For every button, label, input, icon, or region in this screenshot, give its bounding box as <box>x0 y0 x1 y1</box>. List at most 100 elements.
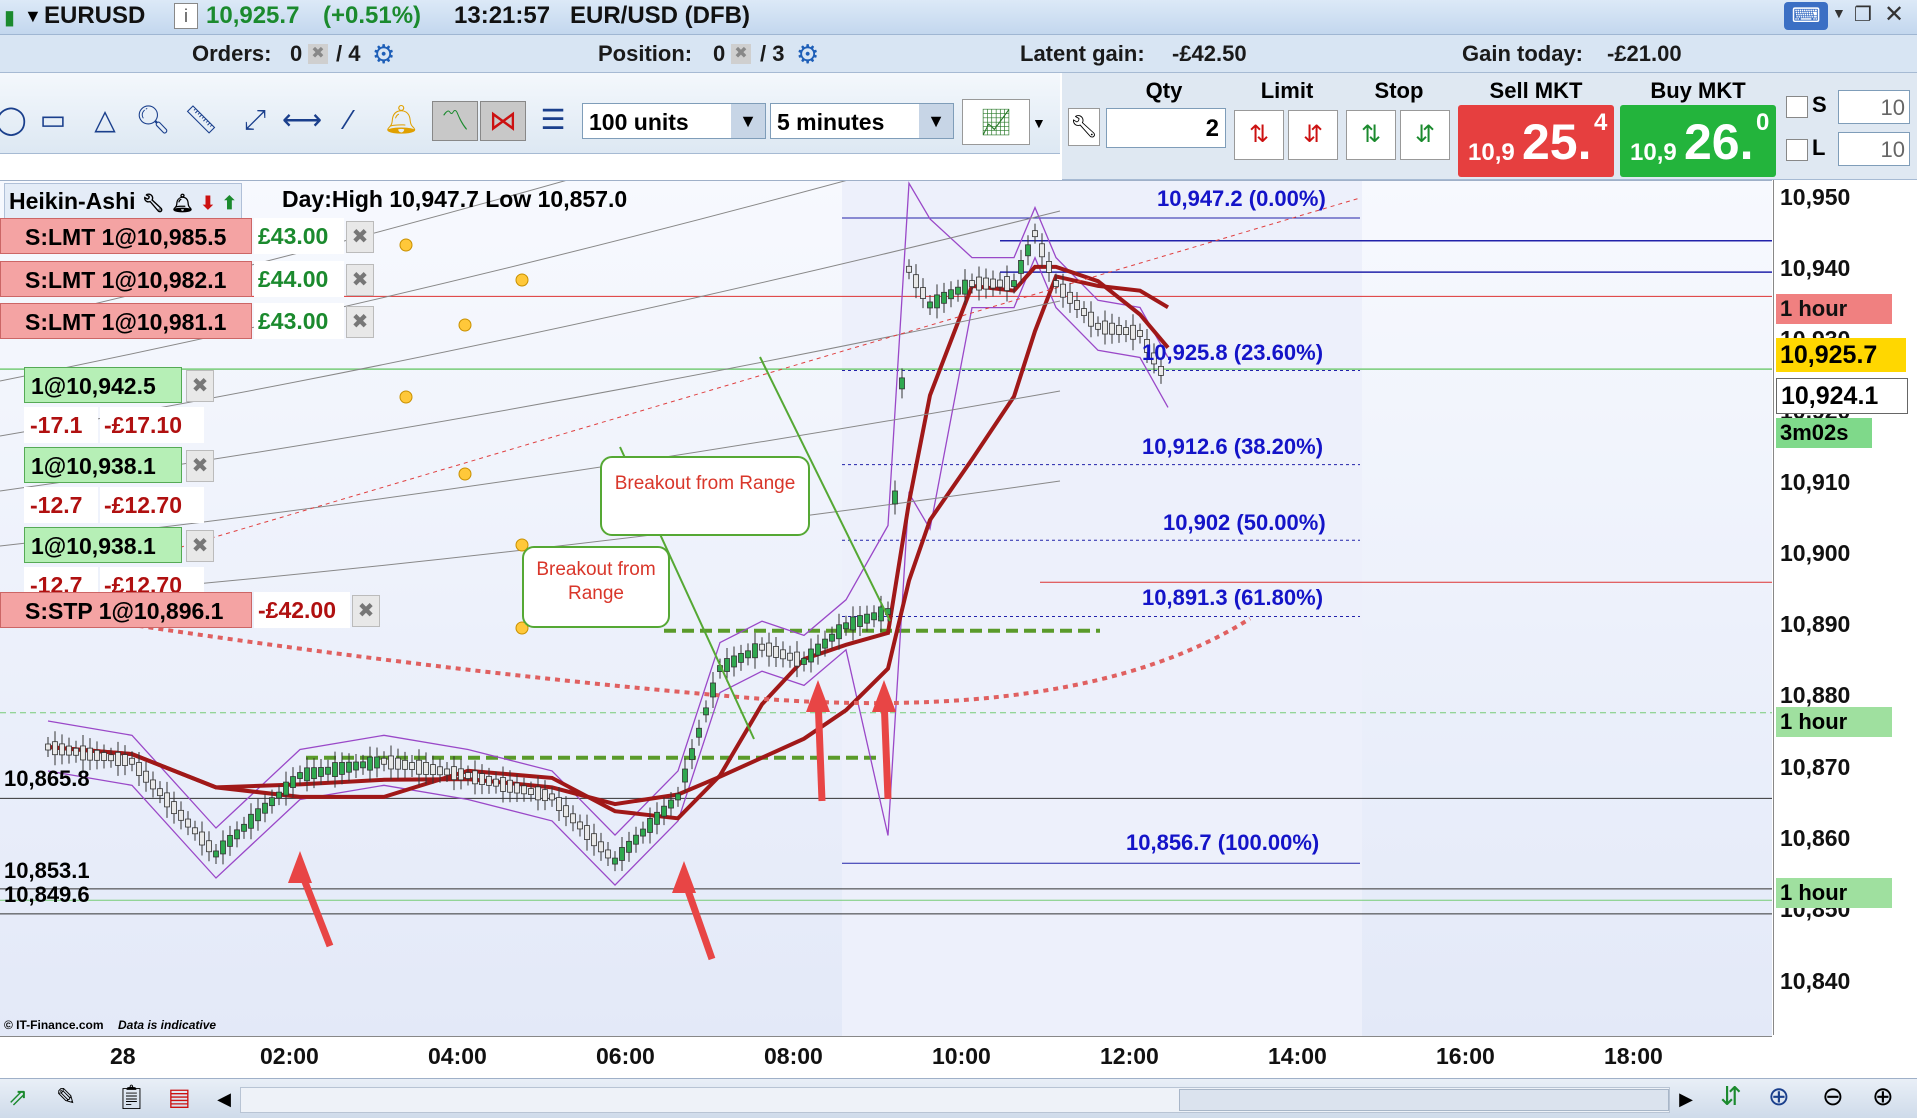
bell-icon[interactable]: 🔔︎ <box>171 193 194 213</box>
candle <box>822 638 828 649</box>
scrollbar-thumb[interactable] <box>1179 1089 1669 1111</box>
price-axis-label: 10,880 <box>1780 682 1851 708</box>
qty-input[interactable]: 2 <box>1106 108 1226 148</box>
close-icon[interactable]: ✕ <box>1884 0 1904 29</box>
close-position-icon[interactable]: ✖ <box>186 450 214 482</box>
limit-distance-input[interactable]: 10 <box>1838 132 1910 166</box>
position-tag[interactable]: 1@10,942.5 <box>24 367 182 403</box>
drawing-handle[interactable] <box>458 467 472 481</box>
cancel-order-icon[interactable]: ✖ <box>346 221 374 253</box>
limit-order-tag[interactable]: S:LMT 1@10,985.5 <box>0 218 252 254</box>
drawing-handle[interactable] <box>515 273 529 287</box>
zoom-out-icon[interactable]: ⊖ <box>1822 1081 1844 1112</box>
buy-price-prefix: 10,9 <box>1630 139 1677 166</box>
chevron-down-icon[interactable]: ▼ <box>1832 5 1846 21</box>
candle <box>997 279 1003 288</box>
scroll-right-button[interactable]: ▶ <box>1674 1085 1698 1113</box>
compare-icon[interactable]: ▤ <box>168 1083 191 1112</box>
fib-level-label: 10,925.8 (23.60%) <box>1142 340 1324 365</box>
position-tag[interactable]: 1@10,938.1 <box>24 527 182 563</box>
chevron-down-icon[interactable]: ▼ <box>731 104 765 138</box>
cancel-order-icon[interactable]: ✖ <box>352 595 380 627</box>
candle <box>290 776 296 788</box>
stop-distance-input[interactable]: 10 <box>1838 90 1910 124</box>
fibonacci-icon[interactable]: ☰ <box>534 101 572 139</box>
chart-type-icon[interactable]: ⇗ <box>8 1083 28 1112</box>
drawing-tools-icon[interactable]: ✎ <box>56 1083 76 1112</box>
stop-distance-checkbox[interactable] <box>1786 96 1808 118</box>
ruler-icon[interactable]: 📏︎ <box>182 101 220 139</box>
buy-arrow-icon[interactable]: ⬆ <box>222 193 237 213</box>
buy-market-button[interactable]: 10,9 26. 0 <box>1620 105 1776 177</box>
stop-order-tag[interactable]: S:STP 1@10,896.1 <box>0 592 252 628</box>
candle <box>1081 308 1087 316</box>
candle <box>528 788 534 795</box>
limit-sell-icon[interactable]: ⇵ <box>1288 110 1338 160</box>
wedge-tool-icon[interactable]: ⋈ <box>480 101 526 141</box>
close-orders-icon[interactable]: ✖ <box>308 44 328 64</box>
limit-buy-icon[interactable]: ⇅ <box>1234 110 1284 160</box>
chevron-down-icon[interactable]: ▼ <box>919 104 953 138</box>
time-axis[interactable]: 28 02:00 04:00 06:00 08:00 10:00 12:00 14:00 16:… <box>0 1036 1772 1079</box>
cancel-order-icon[interactable]: ✖ <box>346 306 374 338</box>
magnifier-icon[interactable]: 🔍︎ <box>134 101 172 139</box>
limit-distance-checkbox[interactable] <box>1786 139 1808 161</box>
wrench-icon[interactable]: 🔧︎ <box>142 193 165 213</box>
wrench-icon[interactable]: 🔧︎ <box>1068 108 1100 146</box>
candle <box>87 747 93 761</box>
price-change: (+0.51%) <box>323 2 422 29</box>
sell-market-button[interactable]: 10,9 25. 4 <box>1458 105 1614 177</box>
quantity-select[interactable]: 100 units ▼ <box>582 103 766 139</box>
candle <box>745 650 751 659</box>
restore-icon[interactable]: ❐ <box>1854 2 1872 27</box>
drawing-handle[interactable] <box>399 390 413 404</box>
ray-tool-icon[interactable]: ⁄ <box>330 101 368 139</box>
zoom-in-icon[interactable]: ⊕ <box>1872 1081 1894 1112</box>
candle <box>353 761 359 771</box>
indicators-icon[interactable]: 📈︎ <box>962 99 1030 145</box>
horizontal-scrollbar[interactable] <box>240 1087 1670 1113</box>
stop-order-pnl: -£42.00 <box>254 592 350 628</box>
candle <box>794 651 800 667</box>
chevron-down-icon[interactable]: ▼ <box>1032 115 1046 131</box>
auto-scale-icon[interactable]: ⇵ <box>1720 1081 1742 1112</box>
alert-bell-icon[interactable]: 🔔︎ <box>382 101 420 139</box>
scroll-left-button[interactable]: ◀ <box>212 1085 236 1113</box>
gear-icon[interactable]: ⚙ <box>796 39 819 70</box>
sell-arrow-icon[interactable]: ⬇ <box>200 193 215 213</box>
indicator-name[interactable]: Heikin-Ashi <box>9 188 136 214</box>
cancel-order-icon[interactable]: ✖ <box>346 264 374 296</box>
zoom-fit-icon[interactable]: ⊕ <box>1768 1081 1790 1112</box>
stop-buy-icon[interactable]: ⇅ <box>1346 110 1396 160</box>
trendline-tool-icon[interactable]: ⤢ <box>236 101 274 139</box>
candle <box>1053 280 1059 287</box>
limit-order-tag[interactable]: S:LMT 1@10,981.1 <box>0 303 252 339</box>
close-position-icon[interactable]: ✖ <box>731 44 751 64</box>
gear-icon[interactable]: ⚙ <box>372 39 395 70</box>
chart-area[interactable]: Heikin-Ashi 🔧︎ 🔔︎ ⬇ ⬆ Day:High 10,947.7 … <box>0 180 1772 1036</box>
drawing-handle[interactable] <box>399 238 413 252</box>
last-price-badge: 10,925.7 <box>1776 338 1906 372</box>
trend-channel-icon[interactable]: 〽 <box>432 101 478 141</box>
triangle-tool-icon[interactable]: △ <box>86 101 124 139</box>
close-position-icon[interactable]: ✖ <box>186 370 214 402</box>
position-tag[interactable]: 1@10,938.1 <box>24 447 182 483</box>
candle <box>59 743 65 756</box>
horizontal-line-icon[interactable]: ⟷ <box>282 101 322 139</box>
rectangle-tool-icon[interactable]: ▭ <box>34 101 72 139</box>
interval-select[interactable]: 5 minutes ▼ <box>770 103 954 139</box>
limit-order-tag[interactable]: S:LMT 1@10,982.1 <box>0 261 252 297</box>
stop-sell-icon[interactable]: ⇵ <box>1400 110 1450 160</box>
drawing-handle[interactable] <box>458 318 472 332</box>
left-price-label: 10,853.1 <box>4 858 90 883</box>
annotation-arrow <box>814 697 826 802</box>
chart-template-icon[interactable]: 📋︎ <box>116 1083 146 1112</box>
info-icon[interactable]: i <box>174 3 198 29</box>
keyboard-icon[interactable]: ⌨ <box>1784 2 1828 30</box>
candle <box>1123 327 1129 335</box>
close-position-icon[interactable]: ✖ <box>186 530 214 562</box>
candle <box>500 777 506 792</box>
symbol-name[interactable]: EURUSD <box>44 2 145 30</box>
chevron-down-icon[interactable]: ▼ <box>24 6 42 27</box>
ellipse-tool-icon[interactable]: ◯ <box>0 101 30 139</box>
